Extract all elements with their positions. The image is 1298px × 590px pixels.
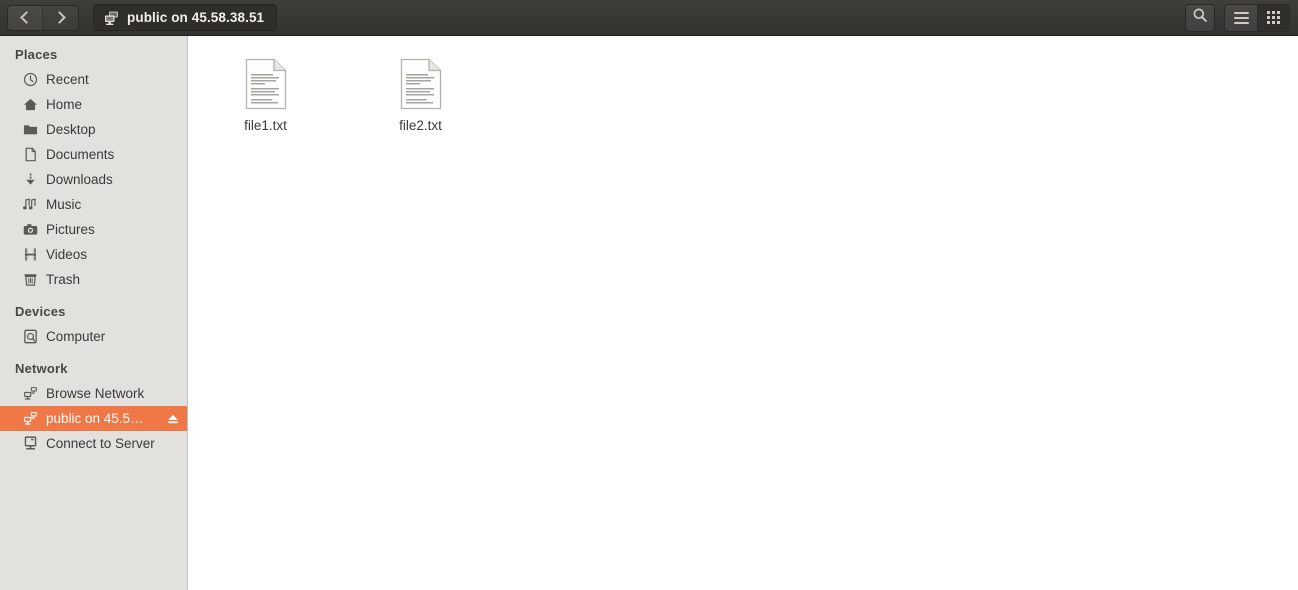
sidebar-section-network: Browse Network public on 45.5… Connect t… [0, 381, 187, 456]
download-icon [22, 172, 38, 188]
file-item[interactable]: file1.txt [188, 48, 343, 133]
server-icon [22, 436, 38, 452]
menu-button[interactable] [1225, 4, 1257, 31]
header-actions [1185, 3, 1290, 32]
sidebar-item-label: public on 45.5… [46, 411, 144, 426]
header-bar: public on 45.58.38.51 [0, 0, 1298, 36]
computer-disk-icon [22, 329, 38, 345]
sidebar-item-label: Videos [46, 247, 88, 262]
sidebar-item-recent[interactable]: Recent [0, 67, 187, 92]
file-manager-window: public on 45.58.38.51 Places Recent Home… [0, 0, 1298, 590]
sidebar-item-trash[interactable]: Trash [0, 267, 187, 292]
folder-icon [22, 122, 38, 138]
clock-icon [22, 72, 38, 88]
file-item[interactable]: file2.txt [343, 48, 498, 133]
sidebar-item-label: Trash [46, 272, 81, 287]
hamburger-menu-icon [1233, 11, 1249, 24]
sidebar-item-desktop[interactable]: Desktop [0, 117, 187, 142]
eject-icon [168, 414, 178, 423]
file-name-label: file2.txt [399, 118, 442, 133]
music-note-icon [22, 197, 38, 213]
chevron-left-icon [20, 11, 33, 24]
sidebar-section-places-title: Places [15, 47, 58, 62]
sidebar-item-downloads[interactable]: Downloads [0, 167, 187, 192]
sidebar-section-devices-title: Devices [15, 304, 66, 319]
network-workgroup-icon [22, 386, 38, 402]
location-path-button[interactable]: public on 45.58.38.51 [93, 4, 278, 31]
sidebar-item-connect-to-server[interactable]: Connect to Server [0, 431, 187, 456]
sidebar-item-computer[interactable]: Computer [0, 324, 187, 349]
file-view[interactable]: file1.txt file2.txt [188, 36, 1298, 590]
sidebar-item-label: Home [46, 97, 83, 112]
sidebar-item-music[interactable]: Music [0, 192, 187, 217]
trash-icon [22, 272, 38, 288]
text-file-icon [399, 58, 443, 110]
sidebar-item-videos[interactable]: Videos [0, 242, 187, 267]
eject-button[interactable] [165, 411, 181, 427]
document-icon [22, 147, 38, 163]
home-icon [22, 97, 38, 113]
network-share-icon [104, 10, 120, 26]
search-icon [1192, 7, 1208, 28]
sidebar-item-label: Documents [46, 147, 115, 162]
sidebar-item-documents[interactable]: Documents [0, 142, 187, 167]
back-button[interactable] [8, 5, 43, 30]
sidebar-item-label: Music [46, 197, 82, 212]
search-button[interactable] [1185, 3, 1215, 32]
sidebar-section-network-title: Network [15, 361, 68, 376]
location-path-label: public on 45.58.38.51 [127, 10, 265, 25]
header-menu-group [1224, 3, 1290, 32]
sidebar-item-label: Pictures [46, 222, 95, 237]
film-icon [22, 247, 38, 263]
sidebar-item-label: Downloads [46, 172, 113, 187]
file-name-label: file1.txt [244, 118, 287, 133]
sidebar-item-browse-network[interactable]: Browse Network [0, 381, 187, 406]
sidebar-item-label: Desktop [46, 122, 96, 137]
sidebar-item-public-share[interactable]: public on 45.5… [0, 406, 187, 431]
navigation-buttons [7, 4, 79, 31]
chevron-right-icon [52, 11, 66, 24]
sidebar-item-home[interactable]: Home [0, 92, 187, 117]
forward-button[interactable] [43, 5, 78, 30]
sidebar-item-label: Browse Network [46, 386, 145, 401]
sidebar-item-label: Connect to Server [46, 436, 155, 451]
sidebar-section-devices: Computer [0, 324, 187, 349]
sidebar-section-places: Recent Home Desktop Documents Downloads … [0, 67, 187, 292]
sidebar-item-label: Recent [46, 72, 89, 87]
view-options-button[interactable] [1257, 4, 1289, 31]
window-body: Places Recent Home Desktop Documents Dow… [0, 36, 1298, 590]
grid-dots-icon [1267, 11, 1280, 24]
network-share-icon [22, 411, 38, 427]
places-sidebar: Places Recent Home Desktop Documents Dow… [0, 36, 188, 590]
file-grid: file1.txt file2.txt [188, 48, 1298, 133]
sidebar-item-pictures[interactable]: Pictures [0, 217, 187, 242]
text-file-icon [244, 58, 288, 110]
sidebar-item-label: Computer [46, 329, 106, 344]
camera-icon [22, 222, 38, 238]
